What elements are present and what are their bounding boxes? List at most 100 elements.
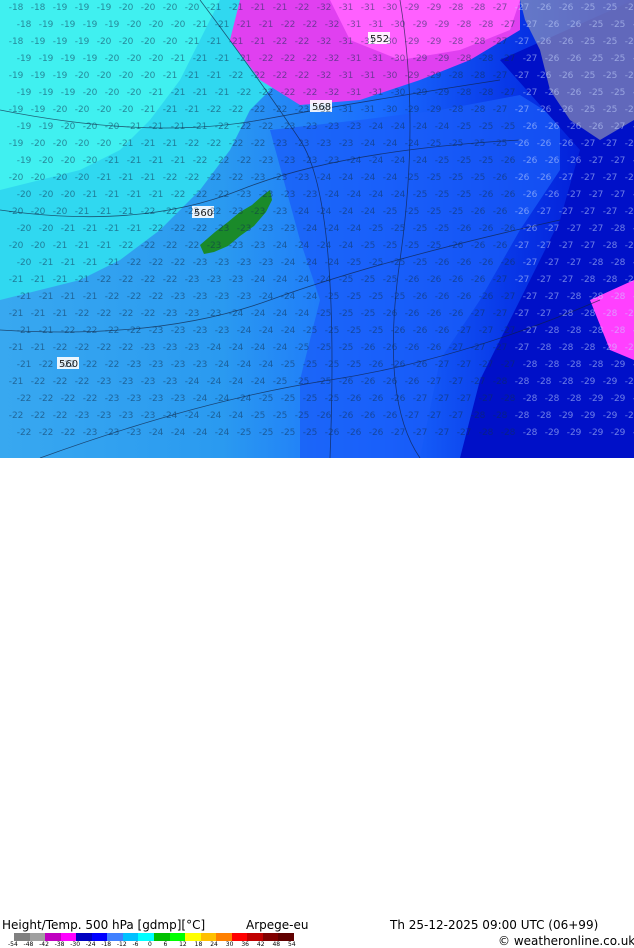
temp-value-label: -27 [523,292,538,302]
temp-value-label: -25 [325,292,340,302]
temp-value-label: -23 [149,360,164,370]
temp-value-label: -20 [127,88,142,98]
temp-value-label: -28 [457,20,472,30]
temp-value-label: -26 [383,411,398,421]
temp-value-label: -20 [17,224,32,234]
temp-value-label: -24 [435,122,450,132]
temp-value-label: -22 [105,326,120,336]
temp-value-label: -28 [559,309,574,319]
temp-value-label: -20 [75,139,90,149]
temp-value-label: -25 [391,292,406,302]
temp-value-label: -25 [259,394,274,404]
temp-value-label: -25 [303,394,318,404]
temp-value-label: -27 [515,71,530,81]
temp-value-label: -23 [317,139,332,149]
temp-value-label: -32 [325,20,340,30]
temp-value-label: -29 [589,428,604,438]
temp-value-label: -28 [603,275,618,285]
temp-value-label: -23 [339,139,354,149]
temp-value-label: -28 [545,394,560,404]
temp-value-label: -25 [383,275,398,285]
temp-value-label: -27 [457,360,472,370]
temp-value-label: -24 [149,428,164,438]
temp-value-label: -31 [347,54,362,64]
temp-value-label: -28 [457,88,472,98]
temp-value-label: -25 [325,360,340,370]
temp-value-label: -24 [361,139,376,149]
temp-value-label: -21 [251,37,266,47]
temp-value-label: -25 [391,258,406,268]
temp-value-label: -29 [581,377,596,387]
temp-value-label: -19 [75,37,90,47]
temp-value-label: -22 [207,207,222,217]
colorbar-swatch [122,933,139,941]
temp-value-label: -20 [105,122,120,132]
temp-value-label: -24 [325,190,340,200]
temp-value-label: -26 [369,394,384,404]
temp-value-label: -28 [581,309,596,319]
temp-value-label: -21 [163,139,178,149]
temp-value-label: -30 [391,88,406,98]
temp-value-label: -28 [545,360,560,370]
temp-value-label: -25 [303,326,318,336]
temp-value-label: -20 [75,105,90,115]
credit[interactable]: © weatheronline.co.uk [498,934,634,948]
temp-value-label: -28 [523,394,538,404]
colorbar-swatch [76,933,93,941]
temp-value-label: -28 [471,411,486,421]
temp-value-label: -21 [39,292,54,302]
temp-value-label: -22 [259,122,274,132]
temp-value-label: -26 [545,190,560,200]
colorbar-swatch [278,933,295,941]
temp-value-label: -26 [435,258,450,268]
temp-value-label: -26 [545,88,560,98]
temp-value-label: -23 [207,275,222,285]
temp-value-label: -26 [405,275,420,285]
temp-value-label: -27 [559,173,574,183]
temp-value-label: -21 [75,207,90,217]
temp-value-label: -28 [501,394,516,404]
temp-value-label: -24 [369,122,384,132]
temp-value-label: -25 [281,428,296,438]
temp-value-label: -24 [295,241,310,251]
temp-value-label: -22 [17,428,32,438]
colorbar-tick-label: -24 [85,941,96,948]
temp-value-label: -24 [273,309,288,319]
temp-value-label: -19 [83,20,98,30]
temp-value-label: -23 [237,224,252,234]
temp-value-label: -27 [501,88,516,98]
temp-value-label: -22 [31,411,46,421]
temp-value-label: -27 [449,343,464,353]
temp-value-label: -20 [9,241,24,251]
temp-value-label: -22 [127,258,142,268]
temp-value-label: -26 [537,139,552,149]
temp-value-label: -26 [413,292,428,302]
temp-value-label: -24 [259,360,274,370]
temp-value-label: -29 [413,54,428,64]
temp-value-label: -20 [39,156,54,166]
temp-value-label: -28 [567,292,582,302]
temp-value-label: -25 [383,241,398,251]
temp-value-label: -26 [427,309,442,319]
temp-value-label: -27 [603,139,618,149]
temp-value-label: -24 [251,275,266,285]
temp-value-label: -26 [383,343,398,353]
temp-value-label: -21 [83,190,98,200]
temp-value-label: -19 [53,37,68,47]
temp-value-label: -28 [449,3,464,13]
temp-value-label: -25 [317,377,332,387]
temp-value-label: -19 [39,88,54,98]
temp-value-label: -26 [523,190,538,200]
temp-value-label: -27 [515,343,530,353]
temp-value-label: -20 [83,156,98,166]
temp-value-label: -24 [229,411,244,421]
colorbar-tick-label: -18 [101,941,112,948]
temp-value-label: -19 [9,71,24,81]
temp-value-label: -20 [53,173,68,183]
temp-value-label: -20 [141,37,156,47]
temp-value-label: -21 [127,122,142,132]
colorbar-tick-label: -54 [8,941,18,948]
temp-value-label: -29 [581,411,596,421]
temp-value-label: -21 [31,343,46,353]
temp-value-label: -25 [581,71,596,81]
